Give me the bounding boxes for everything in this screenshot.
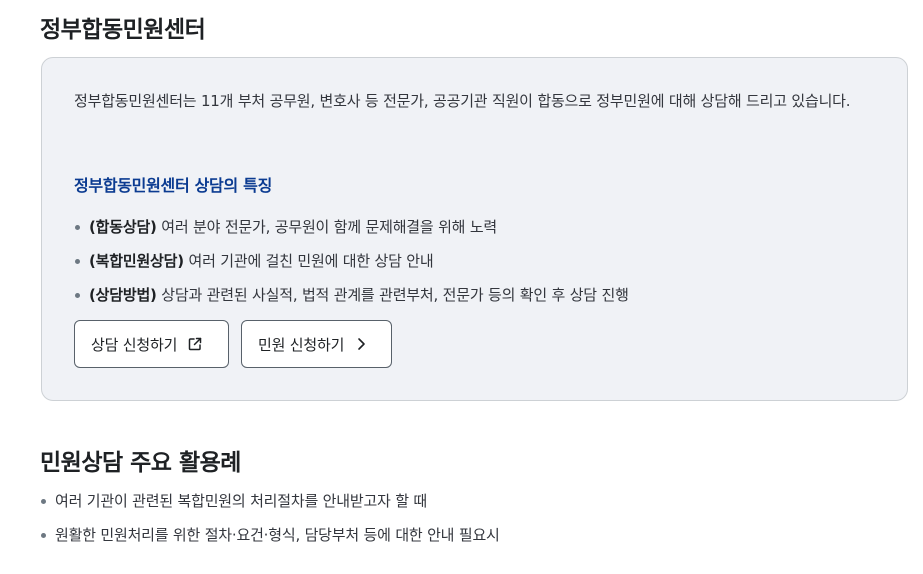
list-item: 여러 기관이 관련된 복합민원의 처리절차를 안내받고자 할 때	[40, 484, 500, 518]
feature-text: 여러 분야 전문가, 공무원이 함께 문제해결을 위해 노력	[156, 218, 498, 236]
list-item: (상담방법) 상담과 관련된 사실적, 법적 관계를 관련부처, 전문가 등의 …	[74, 278, 629, 312]
external-link-icon	[187, 336, 203, 352]
info-box: 정부합동민원센터는 11개 부처 공무원, 변호사 등 전문가, 공공기관 직원…	[41, 57, 908, 401]
petition-apply-label: 민원 신청하기	[258, 335, 345, 354]
feature-text: 여러 기관에 걸친 민원에 대한 상담 안내	[183, 252, 434, 270]
features-list: (합동상담) 여러 분야 전문가, 공무원이 함께 문제해결을 위해 노력 (복…	[74, 210, 629, 312]
feature-label: (합동상담)	[89, 218, 157, 236]
consult-apply-label: 상담 신청하기	[91, 335, 178, 354]
feature-label: (상담방법)	[89, 286, 157, 304]
chevron-right-icon	[354, 336, 368, 352]
consult-apply-button[interactable]: 상담 신청하기	[74, 320, 229, 368]
intro-text: 정부합동민원센터는 11개 부처 공무원, 변호사 등 전문가, 공공기관 직원…	[74, 92, 851, 110]
usage-list: 여러 기관이 관련된 복합민원의 처리절차를 안내받고자 할 때 원활한 민원처…	[40, 484, 500, 552]
feature-label: (복합민원상담)	[89, 252, 184, 270]
page-title: 정부합동민원센터	[40, 17, 206, 43]
usage-section-title: 민원상담 주요 활용례	[40, 450, 241, 476]
petition-apply-button[interactable]: 민원 신청하기	[241, 320, 392, 368]
features-heading: 정부합동민원센터 상담의 특징	[74, 176, 273, 195]
list-item: 원활한 민원처리를 위한 절차·요건·형식, 담당부처 등에 대한 안내 필요시	[40, 518, 500, 552]
list-item: (합동상담) 여러 분야 전문가, 공무원이 함께 문제해결을 위해 노력	[74, 210, 629, 244]
list-item: (복합민원상담) 여러 기관에 걸친 민원에 대한 상담 안내	[74, 244, 629, 278]
feature-text: 상담과 관련된 사실적, 법적 관계를 관련부처, 전문가 등의 확인 후 상담…	[156, 286, 629, 304]
